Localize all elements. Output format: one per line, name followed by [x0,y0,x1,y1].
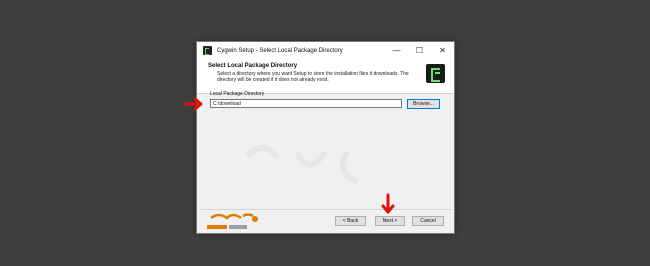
cygwin-logo-icon [426,64,445,83]
cygwin-app-icon [203,46,212,55]
down-arrow-icon [381,193,395,214]
directory-input[interactable] [210,99,402,108]
page-description: Select a directory where you want Setup … [217,71,409,83]
window-title: Cygwin Setup - Select Local Package Dire… [217,47,343,54]
wizard-header: Select Local Package Directory Select a … [197,59,454,94]
minimize-button[interactable]: — [385,42,408,59]
cancel-button[interactable]: Cancel [412,216,444,226]
maximize-button[interactable]: ☐ [408,42,431,59]
setup-dialog: Cygwin Setup - Select Local Package Dire… [196,41,455,234]
page-title: Select Local Package Directory [208,63,298,69]
watermark-shape [339,150,359,185]
watermark-shape [294,150,328,168]
watermark-shape [244,145,280,160]
window-controls: — ☐ ✕ [385,42,454,59]
browse-button[interactable]: Browse... [407,99,440,109]
next-button[interactable]: Next > [375,216,405,226]
close-button[interactable]: ✕ [431,42,454,59]
title-bar: Cygwin Setup - Select Local Package Dire… [197,42,454,59]
watermark-graphic [244,145,359,185]
right-arrow-icon [184,97,203,111]
directory-label: Local Package Directory [210,91,265,97]
back-button[interactable]: < Back [335,216,366,226]
site-logo [207,213,258,229]
